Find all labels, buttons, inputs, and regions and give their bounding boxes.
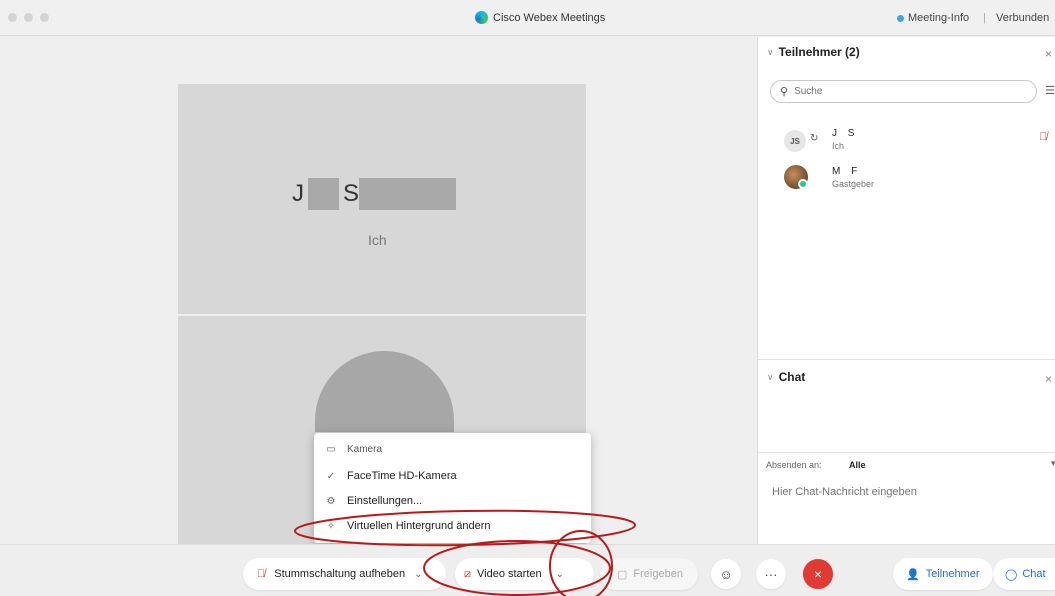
menu-item-facetime-camera[interactable]: ✓ FaceTime HD-Kamera: [324, 470, 457, 482]
participants-title: Teilnehmer (2): [778, 45, 860, 59]
title-separator: |: [983, 12, 986, 24]
meeting-info-label: Meeting-Info: [908, 12, 970, 24]
meeting-info-button[interactable]: Meeting-Info: [897, 12, 969, 24]
chat-title: Chat: [778, 370, 806, 384]
host-status-icon: [798, 179, 808, 189]
video-off-icon: ⧄: [464, 567, 471, 580]
redacted-avatar: [315, 351, 454, 432]
more-options-button[interactable]: ···: [756, 559, 786, 589]
chevron-down-icon[interactable]: ⌄: [414, 569, 422, 580]
connection-status: Verbunden: [996, 12, 1050, 24]
side-panel: ∨ Teilnehmer (2) × ⚲ ☰ JS ↻ J S Ich 🎙̸ M…: [757, 37, 1055, 544]
chevron-down-icon[interactable]: ▾: [1051, 458, 1055, 469]
participants-header[interactable]: ∨ Teilnehmer (2): [767, 45, 860, 59]
menu-item-label: Virtuellen Hintergrund ändern: [347, 520, 491, 532]
gear-icon: ⚙: [326, 495, 336, 507]
window-title: Cisco Webex Meetings: [475, 11, 605, 24]
self-name-first: J: [292, 180, 304, 207]
chat-message-input[interactable]: [772, 486, 1042, 498]
video-label: Video starten: [477, 568, 542, 580]
camera-menu-header-label: Kamera: [347, 444, 383, 455]
participant-role: Ich: [832, 141, 845, 151]
self-name: J S: [292, 178, 457, 210]
search-input[interactable]: [794, 86, 995, 97]
share-button[interactable]: ▢ Freigeben: [600, 558, 698, 590]
share-icon: ▢: [617, 568, 628, 581]
reactions-button[interactable]: ☺: [711, 559, 741, 589]
sync-icon: ↻: [810, 133, 819, 144]
window-minimize-button[interactable]: [24, 13, 33, 22]
check-icon: ✓: [326, 470, 336, 482]
info-dot-icon: [897, 14, 904, 22]
muted-mic-icon: 🎙̸: [257, 568, 266, 580]
self-subtitle: Ich: [368, 232, 387, 248]
chat-bubble-icon: ◯: [1005, 568, 1018, 581]
chevron-down-icon: ∨: [767, 371, 774, 382]
close-participants-button[interactable]: ×: [1045, 47, 1052, 61]
search-icon: ⚲: [780, 86, 789, 98]
app-title-text: Cisco Webex Meetings: [493, 11, 606, 24]
end-meeting-button[interactable]: ×: [803, 559, 833, 589]
menu-item-label: FaceTime HD-Kamera: [347, 470, 457, 482]
send-to-select[interactable]: Alle: [849, 460, 866, 470]
chat-toggle-label: Chat: [1022, 568, 1046, 580]
panel-divider: [758, 359, 1055, 360]
chat-header[interactable]: ∨ Chat: [767, 370, 805, 384]
participant-avatar: JS: [784, 130, 806, 152]
window-close-button[interactable]: [8, 13, 17, 22]
participant-row[interactable]: M F Gastgeber: [784, 165, 1044, 193]
participant-row[interactable]: JS ↻ J S Ich 🎙̸: [784, 127, 1047, 155]
muted-mic-icon[interactable]: 🎙̸: [1039, 131, 1047, 143]
participant-search[interactable]: ⚲: [770, 80, 1037, 103]
chevron-down-icon: ∨: [767, 46, 774, 57]
self-video-tile: J S Ich: [178, 84, 586, 314]
sort-icon[interactable]: ☰: [1045, 84, 1055, 97]
share-label: Freigeben: [633, 568, 683, 580]
more-icon: ···: [764, 566, 778, 582]
redaction-block: [308, 178, 339, 210]
close-chat-button[interactable]: ×: [1045, 372, 1052, 386]
menu-item-label: Einstellungen...: [347, 495, 423, 507]
redaction-block: [359, 178, 457, 210]
participant-name: J S: [832, 128, 859, 139]
meeting-toolbar: 🎙̸ Stummschaltung aufheben ⌄ ⧄ Video sta…: [0, 544, 1055, 596]
participants-toggle-button[interactable]: 👤 Teilnehmer: [893, 558, 993, 590]
camera-menu-header: ▭ Kamera: [324, 444, 382, 455]
menu-item-settings[interactable]: ⚙ Einstellungen...: [324, 495, 423, 507]
participants-toggle-label: Teilnehmer: [925, 568, 980, 580]
magic-wand-icon: ✧: [326, 520, 336, 532]
camera-menu: ▭ Kamera ✓ FaceTime HD-Kamera ⚙ Einstell…: [314, 433, 591, 543]
smiley-icon: ☺: [719, 566, 733, 582]
camera-icon: ▭: [326, 444, 336, 455]
chevron-down-icon[interactable]: ⌄: [556, 569, 564, 580]
participant-name: M F: [832, 166, 862, 177]
participant-role: Gastgeber: [832, 179, 875, 189]
webex-logo-icon: [475, 11, 488, 24]
window-zoom-button[interactable]: [40, 13, 49, 22]
self-name-last: S: [343, 180, 360, 207]
unmute-button[interactable]: 🎙̸ Stummschaltung aufheben ⌄: [243, 558, 446, 590]
start-video-button[interactable]: ⧄ Video starten ⌄: [455, 558, 594, 590]
person-icon: 👤: [906, 568, 920, 581]
menu-item-virtual-background[interactable]: ✧ Virtuellen Hintergrund ändern: [324, 520, 491, 532]
chat-toggle-button[interactable]: ◯ Chat: [993, 558, 1055, 590]
unmute-label: Stummschaltung aufheben: [274, 568, 406, 580]
send-to-label: Absenden an:: [766, 460, 822, 470]
chat-divider: [758, 452, 1055, 453]
close-icon: ×: [813, 566, 823, 582]
title-bar: Cisco Webex Meetings Meeting-Info | Verb…: [0, 0, 1055, 36]
